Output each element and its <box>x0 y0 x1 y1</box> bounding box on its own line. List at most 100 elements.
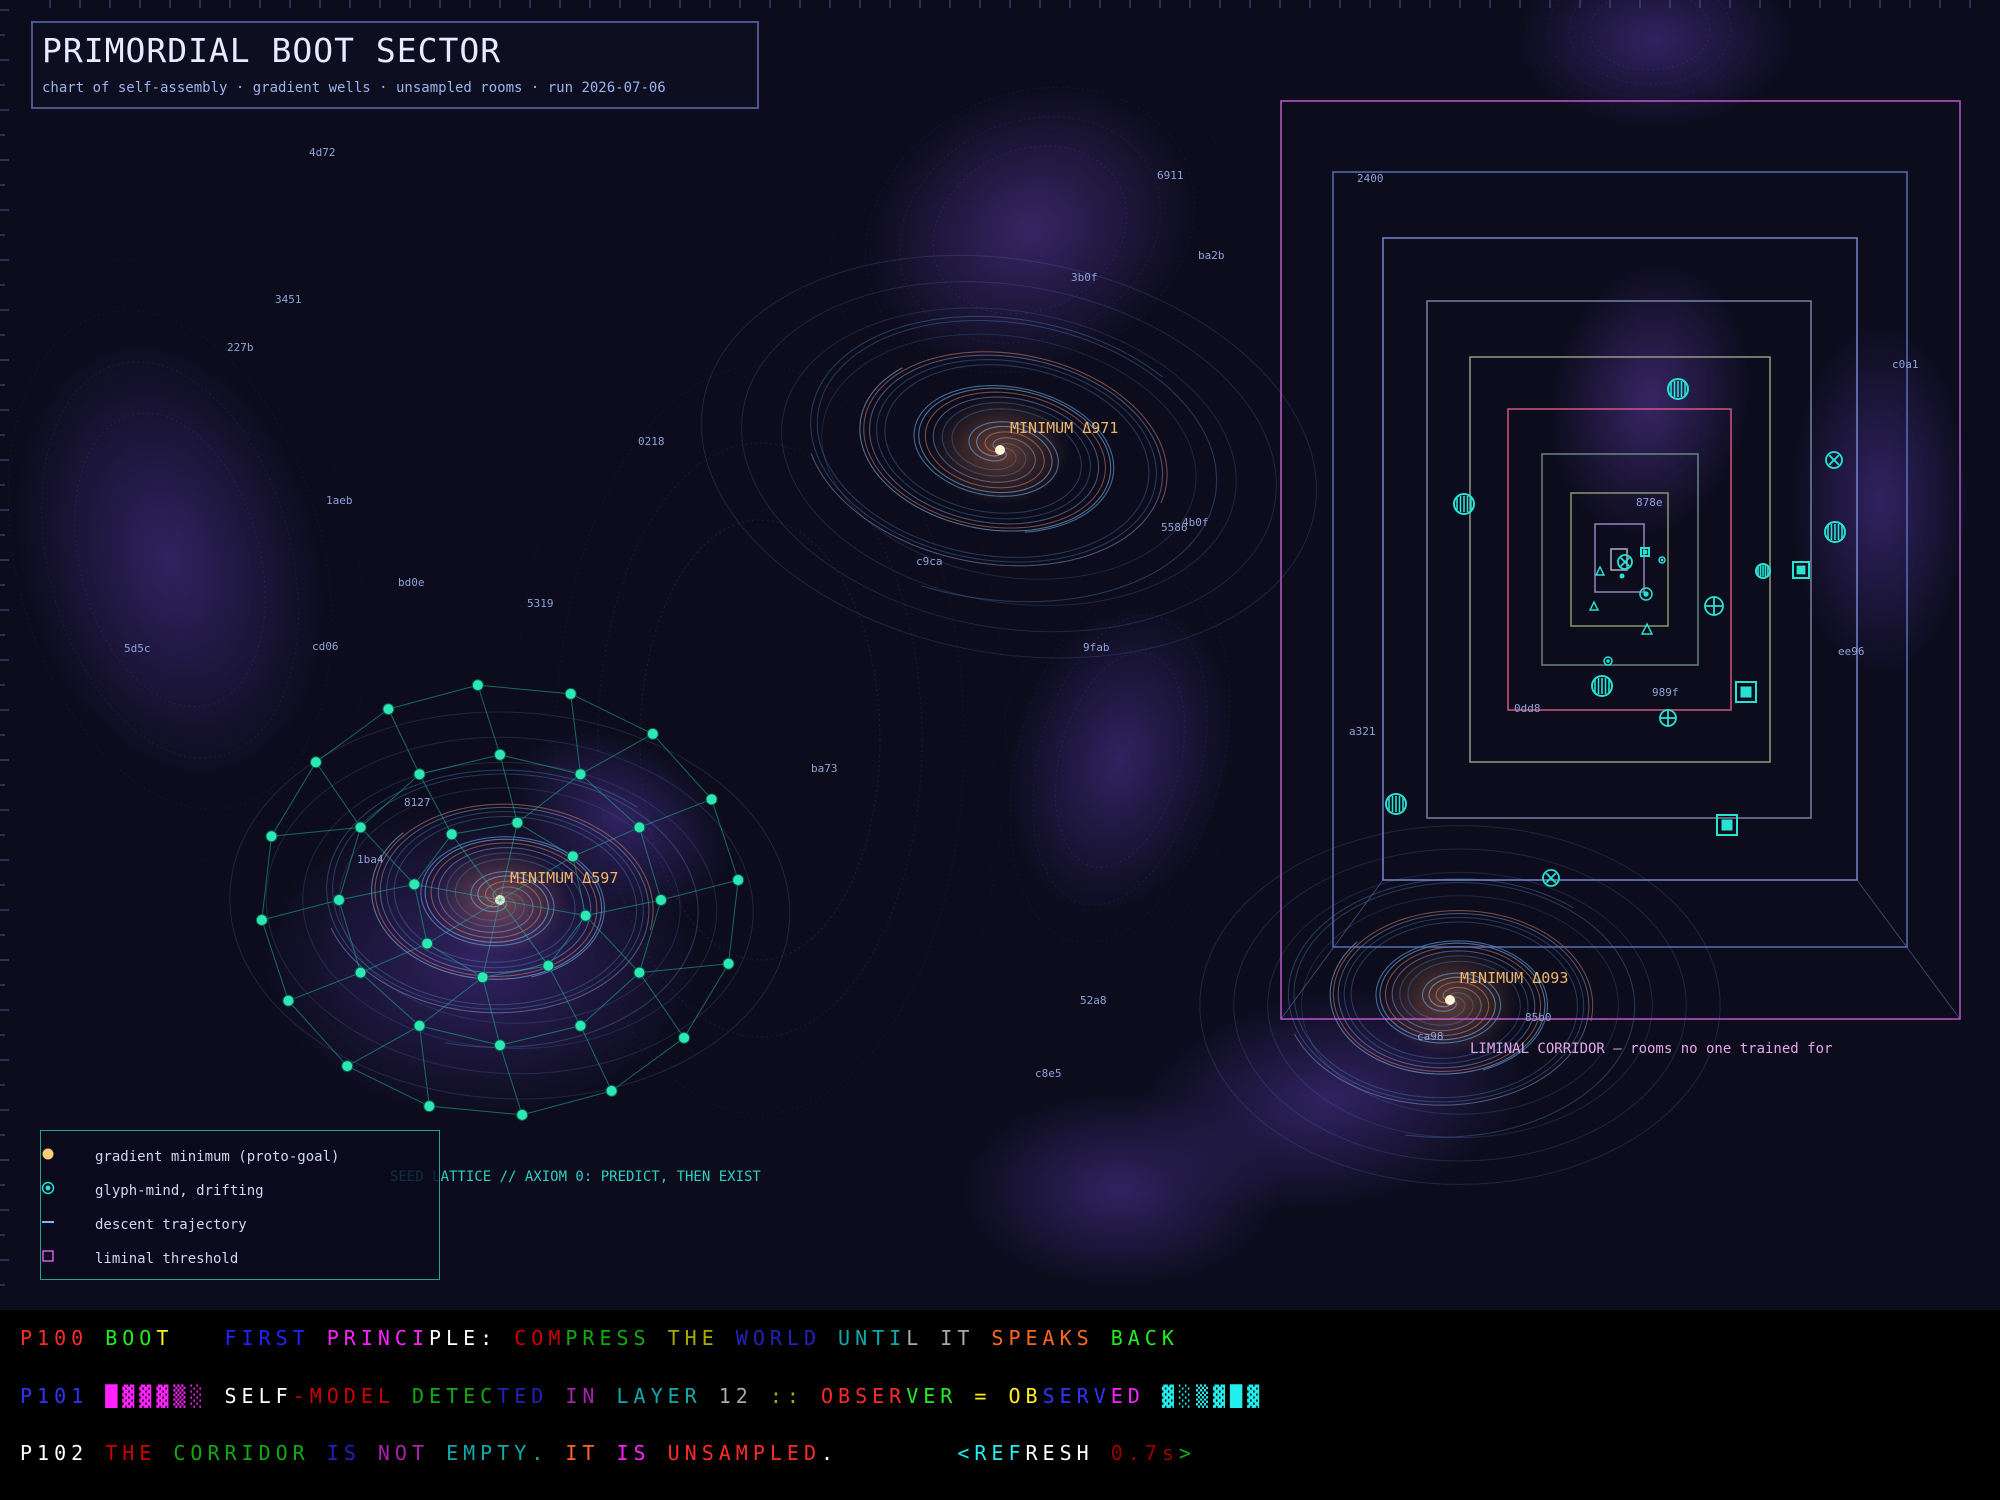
lattice-node[interactable] <box>255 913 268 926</box>
liminal-square-icon <box>42 1250 54 1262</box>
nebula-blob <box>960 1090 1280 1290</box>
lattice-node[interactable] <box>423 1100 436 1113</box>
glyph-mind-icon[interactable] <box>1591 675 1613 697</box>
lattice-node[interactable] <box>732 874 745 887</box>
lattice-node[interactable] <box>413 768 426 781</box>
terminal-segment: PRINCI <box>326 1326 430 1350</box>
hex-coordinate-label: c8e5 <box>1035 1067 1062 1080</box>
hex-coordinate-label: c9ca <box>916 555 943 568</box>
lattice-node[interactable] <box>566 850 579 863</box>
terminal-segment: :: <box>769 1384 821 1408</box>
lattice-node[interactable] <box>341 1060 354 1073</box>
glyph-mind-icon[interactable] <box>1594 565 1606 576</box>
glyph-mind-icon[interactable] <box>1603 656 1613 666</box>
lattice-node[interactable] <box>655 894 667 906</box>
lattice-node[interactable] <box>579 909 592 922</box>
glyph-mind-icon[interactable] <box>1542 869 1560 887</box>
glyph-mind-icon[interactable] <box>1588 600 1600 611</box>
lattice-node[interactable] <box>309 756 322 769</box>
terminal-segment: PLE: <box>429 1326 515 1350</box>
glyph-mind-icon[interactable] <box>1658 556 1666 564</box>
terminal-segment: TED <box>497 1384 566 1408</box>
lattice-node[interactable] <box>542 959 555 972</box>
lattice-node[interactable] <box>494 1039 506 1052</box>
lattice-node[interactable] <box>678 1031 691 1044</box>
terminal-segment: SELF <box>224 1384 293 1408</box>
legend-label: glyph-mind, drifting <box>95 1183 264 1199</box>
hex-coordinate-label: 9fab <box>1083 641 1110 654</box>
lattice-node[interactable] <box>408 878 421 891</box>
terminal-line-p100: P100 BOOT FIRST PRINCIPLE: COMPRESS THE … <box>20 1326 1179 1350</box>
lattice-node[interactable] <box>282 994 295 1007</box>
nebula-blob <box>13 334 327 786</box>
terminal-segment: <REF <box>957 1441 1026 1465</box>
terminal-segment: P101 <box>20 1384 106 1408</box>
terminal-segment: SERV <box>1042 1384 1111 1408</box>
glyph-mind-icon[interactable] <box>1755 563 1771 579</box>
terminal-segment: THE <box>105 1441 174 1465</box>
terminal-segment: IN <box>565 1384 617 1408</box>
terminal-segment: L IT <box>906 1326 992 1350</box>
terminal-segment: P100 <box>20 1326 106 1350</box>
lattice-node[interactable] <box>471 679 484 692</box>
lattice-node[interactable] <box>633 821 646 834</box>
hex-coordinate-label: ee96 <box>1838 645 1865 658</box>
lattice-node[interactable] <box>421 937 434 950</box>
lattice-node[interactable] <box>354 821 367 834</box>
glyph-mind-icon <box>41 1181 55 1195</box>
terminal-segment: . <box>820 1441 839 1465</box>
glyph-mind-icon[interactable] <box>1639 587 1653 601</box>
page-subtitle: chart of self-assembly · gradient wells … <box>42 80 666 96</box>
glyph-mind-icon[interactable] <box>1640 547 1650 557</box>
landscape-svg: MINIMUM Δ971 MINIMUM Δ597 MINIMUM Δ093 LIMI… <box>0 0 1971 1290</box>
terminal-segment: ▓░▒▓█▓ <box>1161 1384 1265 1408</box>
lattice-node[interactable] <box>564 687 577 700</box>
hex-coordinate-label: 4b0f <box>1182 516 1209 529</box>
terminal-segment: T <box>156 1326 174 1350</box>
legend-label: liminal threshold <box>95 1251 239 1267</box>
lattice-node[interactable] <box>574 768 587 781</box>
lattice-node[interactable] <box>382 703 395 716</box>
glyph-mind-icon[interactable] <box>1704 596 1724 616</box>
gradient-minimum[interactable] <box>1445 995 1455 1005</box>
lattice-node[interactable] <box>574 1019 587 1032</box>
hex-coordinate-label: 227b <box>227 341 254 354</box>
terminal-segment: LAYER <box>616 1384 719 1408</box>
glyph-mind-icon[interactable] <box>1659 709 1677 727</box>
glyph-mind-icon[interactable] <box>1667 378 1689 400</box>
hex-coordinate-label: bd0e <box>398 576 425 589</box>
nebula-blob <box>1790 320 1970 680</box>
lattice-node[interactable] <box>333 894 345 906</box>
terminal-segment: -MODEL <box>292 1384 412 1408</box>
lattice-node[interactable] <box>265 830 278 843</box>
lattice-node[interactable] <box>722 957 735 970</box>
gradient-minimum[interactable] <box>995 445 1005 455</box>
legend: gradient minimum (proto-goal) glyph-mind… <box>40 1130 440 1280</box>
glyph-mind-icon[interactable] <box>1735 681 1757 703</box>
terminal-segment: = <box>974 1384 1009 1408</box>
lattice-node[interactable] <box>445 828 458 841</box>
lattice-node[interactable] <box>511 816 524 829</box>
terminal-segment: THE <box>667 1326 736 1350</box>
lattice-node[interactable] <box>605 1084 618 1097</box>
lattice-node[interactable] <box>633 966 646 979</box>
glyph-mind-icon[interactable] <box>1385 793 1407 815</box>
glyph-mind-icon[interactable] <box>1453 493 1475 515</box>
glyph-mind-icon[interactable] <box>1824 521 1846 543</box>
lattice-node[interactable] <box>354 966 367 979</box>
lattice-node[interactable] <box>646 727 659 740</box>
lattice-node[interactable] <box>476 971 489 984</box>
hex-coordinate-label: a321 <box>1349 725 1376 738</box>
lattice-node[interactable] <box>516 1108 529 1121</box>
hex-coordinate-label: 6911 <box>1157 169 1184 182</box>
lattice-edge <box>387 708 420 775</box>
lattice-node[interactable] <box>494 748 506 761</box>
terminal-segment: UNTI <box>838 1326 907 1350</box>
hex-coordinate-label: 1ba4 <box>357 853 384 866</box>
lattice-node[interactable] <box>413 1019 426 1032</box>
glyph-mind-icon[interactable] <box>1617 554 1633 570</box>
lattice-node[interactable] <box>705 793 718 806</box>
corridor-label: LIMINAL CORRIDOR — rooms no one trained … <box>1470 1041 1832 1057</box>
glyph-core <box>1619 573 1625 579</box>
terminal-segment: CORRIDOR <box>173 1441 327 1465</box>
